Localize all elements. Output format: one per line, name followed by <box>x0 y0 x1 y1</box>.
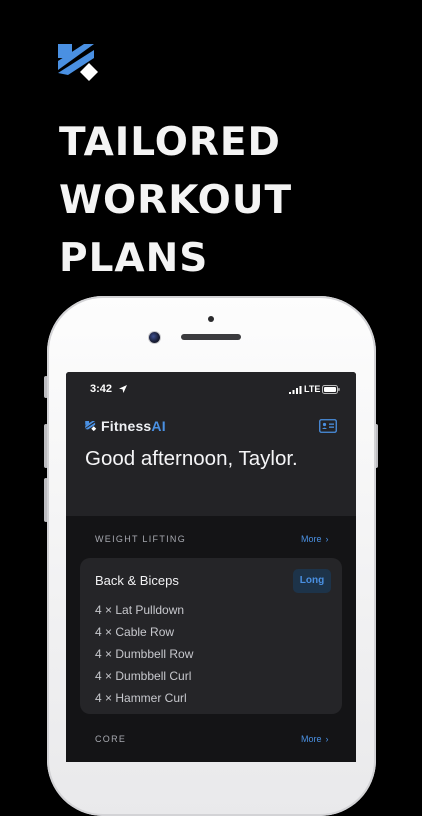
workout-card[interactable]: Back & Biceps Long 4 × Lat Pulldown 4 × … <box>80 558 342 714</box>
app-brand-name: FitnessAI <box>101 418 166 434</box>
headline-line: PLANS <box>59 236 209 281</box>
phone-camera <box>149 332 160 343</box>
chevron-right-icon: › <box>325 734 329 744</box>
cellular-signal-icon <box>289 386 302 394</box>
status-time: 3:42 <box>90 383 113 395</box>
section-label-core: CORE <box>95 734 127 744</box>
chevron-right-icon: › <box>325 534 329 544</box>
headline-line: WORKOUT <box>59 178 293 223</box>
more-link-label: More <box>301 534 322 544</box>
phone-sensor <box>208 316 214 322</box>
more-link-label: More <box>301 734 322 744</box>
weight-lifting-more-link[interactable]: More › <box>301 534 329 544</box>
app-screen: 3:42 LTE FitnessAI Good afternoon, Taylo… <box>66 372 356 762</box>
core-more-link[interactable]: More › <box>301 734 329 744</box>
greeting-text: Good afternoon, Taylor. <box>85 447 298 470</box>
headline-line: TAILORED <box>59 120 281 165</box>
brand-name-accent: AI <box>151 418 166 434</box>
exercise-list: 4 × Lat Pulldown 4 × Cable Row 4 × Dumbb… <box>95 599 193 709</box>
hero-headline: TAILORED WORKOUT PLANS <box>59 114 292 288</box>
fitnessai-logo-icon <box>85 421 97 432</box>
exercise-item: 4 × Dumbbell Row <box>95 647 194 661</box>
network-type: LTE <box>304 384 321 394</box>
location-arrow-icon <box>119 385 127 393</box>
exercise-item: 4 × Lat Pulldown <box>95 603 185 617</box>
exercise-item: 4 × Hammer Curl <box>95 691 187 705</box>
workout-title: Back & Biceps <box>95 573 179 588</box>
brand-name-part: Fitness <box>101 418 152 434</box>
fitnessai-logo-icon <box>58 44 98 81</box>
section-label-weight-lifting: WEIGHT LIFTING <box>95 534 187 544</box>
phone-speaker <box>181 334 241 340</box>
workout-length-badge: Long <box>293 569 331 593</box>
profile-card-icon[interactable] <box>319 419 337 433</box>
exercise-item: 4 × Cable Row <box>95 625 175 639</box>
battery-icon <box>322 385 340 394</box>
exercise-item: 4 × Dumbbell Curl <box>95 669 192 683</box>
app-header: 3:42 LTE FitnessAI Good afternoon, Taylo… <box>66 372 356 516</box>
